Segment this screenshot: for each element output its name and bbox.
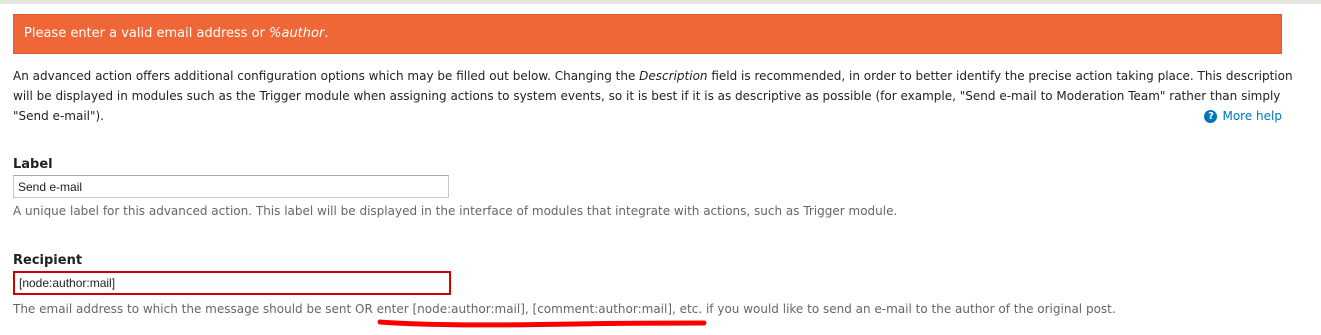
error-token: %author: [269, 26, 325, 41]
label-field-label: Label: [13, 157, 53, 172]
recipient-input[interactable]: [13, 271, 451, 295]
label-field-description: A unique label for this advanced action.…: [13, 204, 898, 218]
recipient-field-description: The email address to which the message s…: [13, 302, 1116, 316]
error-suffix: .: [324, 26, 329, 41]
description-emphasis: Description: [639, 69, 708, 83]
red-underline-annotation: [377, 319, 707, 328]
top-strip: [0, 0, 1321, 4]
question-circle-icon: ?: [1204, 109, 1218, 123]
error-message: Please enter a valid email address or %a…: [13, 14, 1282, 54]
more-help-link[interactable]: ? More help: [1204, 106, 1282, 126]
label-input[interactable]: [13, 175, 449, 198]
action-description: An advanced action offers additional con…: [13, 66, 1298, 126]
more-help-label: More help: [1222, 109, 1282, 123]
error-text: Please enter a valid email address or: [24, 26, 270, 41]
description-part-1: An advanced action offers additional con…: [13, 69, 640, 83]
recipient-field-label: Recipient: [13, 253, 83, 268]
